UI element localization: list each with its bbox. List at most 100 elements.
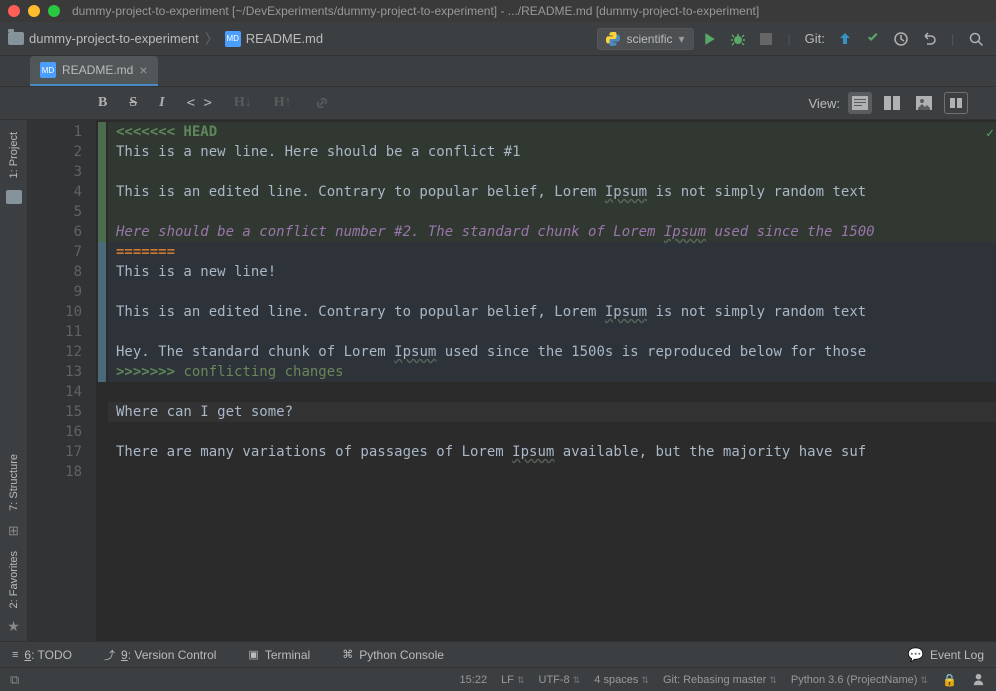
- inspector-icon[interactable]: [971, 672, 986, 687]
- line-separator[interactable]: LF ⇅: [501, 674, 524, 686]
- view-label: View:: [808, 96, 840, 111]
- tab-readme[interactable]: MD README.md ×: [30, 56, 158, 86]
- italic-button[interactable]: I: [159, 95, 164, 111]
- git-label: Git:: [805, 31, 825, 46]
- line-number[interactable]: 9: [28, 282, 82, 302]
- python-console-tool[interactable]: ⌘ Python Console: [342, 648, 444, 662]
- line-number[interactable]: 10: [28, 302, 82, 322]
- code-line[interactable]: This is a new line. Here should be a con…: [108, 142, 996, 162]
- chevron-down-icon: ▾: [678, 32, 684, 46]
- code-editor[interactable]: 123456789101112131415161718 <<<<<<< HEAD…: [28, 120, 996, 641]
- conflict-gutter: [96, 120, 108, 641]
- minimize-window-button[interactable]: [28, 5, 40, 17]
- code-line[interactable]: [108, 202, 996, 222]
- line-number[interactable]: 2: [28, 142, 82, 162]
- window-title: dummy-project-to-experiment [~/DevExperi…: [72, 4, 759, 18]
- caret-position[interactable]: 15:22: [460, 674, 488, 686]
- stop-button: [754, 27, 778, 51]
- star-icon: ★: [7, 618, 20, 635]
- code-line[interactable]: [108, 282, 996, 302]
- markdown-file-icon: MD: [40, 62, 56, 78]
- line-number[interactable]: 12: [28, 342, 82, 362]
- todo-tool[interactable]: ≡ 6: TODO: [12, 648, 72, 662]
- line-number[interactable]: 7: [28, 242, 82, 262]
- debug-button[interactable]: [726, 27, 750, 51]
- git-revert-button[interactable]: [917, 27, 941, 51]
- inspection-ok-icon[interactable]: ✓: [986, 124, 994, 144]
- line-number-gutter[interactable]: 123456789101112131415161718: [28, 120, 96, 641]
- view-preview-button[interactable]: [912, 92, 936, 114]
- title-bar: dummy-project-to-experiment [~/DevExperi…: [0, 0, 996, 22]
- close-tab-icon[interactable]: ×: [139, 62, 147, 78]
- breadcrumb-project[interactable]: dummy-project-to-experiment: [8, 31, 199, 46]
- breadcrumb-file[interactable]: MD README.md: [225, 31, 323, 47]
- terminal-tool[interactable]: ▣ Terminal: [248, 648, 310, 662]
- indent-setting[interactable]: 4 spaces ⇅: [594, 674, 649, 686]
- code-line[interactable]: [116, 422, 996, 442]
- header-up-button[interactable]: H↑: [274, 95, 292, 111]
- view-editor-only-button[interactable]: [848, 92, 872, 114]
- line-number[interactable]: 15: [28, 402, 82, 422]
- git-update-button[interactable]: [833, 27, 857, 51]
- code-line[interactable]: [108, 322, 996, 342]
- sidebar-structure-tool[interactable]: 7: Structure: [8, 446, 20, 519]
- line-number[interactable]: 6: [28, 222, 82, 242]
- status-bar: ⧉ 15:22 LF ⇅ UTF-8 ⇅ 4 spaces ⇅ Git: Reb…: [0, 667, 996, 691]
- line-number[interactable]: 8: [28, 262, 82, 282]
- bold-button[interactable]: B: [98, 95, 107, 111]
- event-log-tool[interactable]: 💬 Event Log: [908, 647, 984, 663]
- version-control-tool[interactable]: ⤴ 9: Version Control: [104, 647, 216, 663]
- git-branch-status[interactable]: Git: Rebasing master ⇅: [663, 674, 777, 686]
- breadcrumb-project-label: dummy-project-to-experiment: [29, 31, 199, 46]
- view-split-button[interactable]: [880, 92, 904, 114]
- code-line[interactable]: This is an edited line. Contrary to popu…: [108, 302, 996, 322]
- line-number[interactable]: 3: [28, 162, 82, 182]
- code-line[interactable]: Hey. The standard chunk of Lorem Ipsum u…: [108, 342, 996, 362]
- line-number[interactable]: 11: [28, 322, 82, 342]
- left-sidebar: 1: Project 7: Structure ⊞ 2: Favorites ★: [0, 120, 28, 641]
- breadcrumb-file-label: README.md: [246, 31, 323, 46]
- lock-icon[interactable]: 🔒: [942, 673, 957, 687]
- code-line[interactable]: [108, 162, 996, 182]
- git-history-button[interactable]: [889, 27, 913, 51]
- code-line[interactable]: Here should be a conflict number #2. The…: [108, 222, 996, 242]
- sidebar-favorites-tool[interactable]: 2: Favorites: [8, 543, 20, 616]
- strikethrough-button[interactable]: S: [129, 95, 137, 111]
- code-line[interactable]: =======: [108, 242, 996, 262]
- code-line[interactable]: >>>>>>> conflicting changes: [108, 362, 996, 382]
- view-settings-button[interactable]: [944, 92, 968, 114]
- line-number[interactable]: 18: [28, 462, 82, 482]
- search-button[interactable]: [964, 27, 988, 51]
- code-line[interactable]: This is an edited line. Contrary to popu…: [108, 182, 996, 202]
- code-line[interactable]: This is a new line!: [108, 262, 996, 282]
- code-line[interactable]: <<<<<<< HEAD: [108, 122, 996, 142]
- bottom-tool-bar: ≡ 6: TODO ⤴ 9: Version Control ▣ Termina…: [0, 641, 996, 667]
- line-number[interactable]: 4: [28, 182, 82, 202]
- code-content[interactable]: <<<<<<< HEADThis is a new line. Here sho…: [108, 120, 996, 641]
- code-button[interactable]: < >: [187, 95, 212, 111]
- maximize-window-button[interactable]: [48, 5, 60, 17]
- python-interpreter[interactable]: Python 3.6 (ProjectName) ⇅: [791, 674, 928, 686]
- run-button[interactable]: [698, 27, 722, 51]
- close-window-button[interactable]: [8, 5, 20, 17]
- line-number[interactable]: 14: [28, 382, 82, 402]
- git-commit-button[interactable]: [861, 27, 885, 51]
- windows-icon[interactable]: ⧉: [10, 672, 19, 688]
- link-button[interactable]: [314, 95, 330, 111]
- line-number[interactable]: 5: [28, 202, 82, 222]
- code-line[interactable]: Where can I get some?: [108, 402, 996, 422]
- sidebar-project-tool[interactable]: 1: Project: [8, 124, 20, 186]
- code-line[interactable]: [116, 462, 996, 482]
- code-line[interactable]: There are many variations of passages of…: [116, 442, 996, 462]
- project-files-icon[interactable]: [6, 190, 22, 204]
- line-number[interactable]: 17: [28, 442, 82, 462]
- run-config-selector[interactable]: scientific ▾: [597, 28, 693, 50]
- header-down-button[interactable]: H↓: [234, 95, 252, 111]
- breadcrumb: dummy-project-to-experiment 〉 MD README.…: [8, 29, 597, 49]
- line-number[interactable]: 16: [28, 422, 82, 442]
- line-number[interactable]: 1: [28, 122, 82, 142]
- tab-label: README.md: [62, 63, 133, 77]
- line-number[interactable]: 13: [28, 362, 82, 382]
- code-line[interactable]: [116, 382, 996, 402]
- file-encoding[interactable]: UTF-8 ⇅: [539, 674, 581, 686]
